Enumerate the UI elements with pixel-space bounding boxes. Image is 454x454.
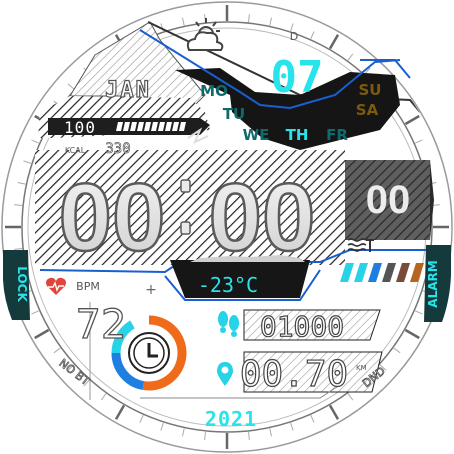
lock-label[interactable]: LOCK [15, 266, 29, 302]
day-value: 07 [271, 52, 324, 103]
kcal-value: 330 [105, 141, 130, 157]
alarm-label[interactable]: ALARM [426, 260, 440, 307]
weekday-mo: MO [200, 82, 228, 100]
bpm-value: 72 [76, 302, 127, 348]
distance-unit: KM [356, 364, 367, 372]
bpm-label: BPM [76, 280, 100, 293]
watch-face: JAN D 07 MO TU WE TH FR SA SU 100 KCAL 3… [1, 1, 453, 453]
month-label: JAN [105, 78, 151, 103]
temperature-value: -23°C [198, 273, 258, 297]
weekday-letter: D [290, 30, 298, 43]
weekday-fr: FR [326, 126, 348, 144]
weekday-th: TH [286, 126, 309, 144]
weekday-tu: TU [223, 105, 245, 123]
seconds-value: 00 [366, 178, 411, 222]
year-value: 2021 [205, 407, 257, 431]
steps-value: 01000 [260, 310, 344, 343]
weekday-su: SU [359, 81, 382, 99]
distance-value: 00.70 [240, 354, 348, 395]
weekday-we: WE [243, 126, 270, 144]
kcal-label: KCAL [65, 146, 86, 155]
bpm-plus: + [145, 282, 157, 298]
battery-value: 100 [64, 118, 96, 137]
minutes-value: 00 [209, 164, 316, 271]
hours-value: 00 [59, 164, 166, 271]
weekday-sa: SA [356, 101, 379, 119]
